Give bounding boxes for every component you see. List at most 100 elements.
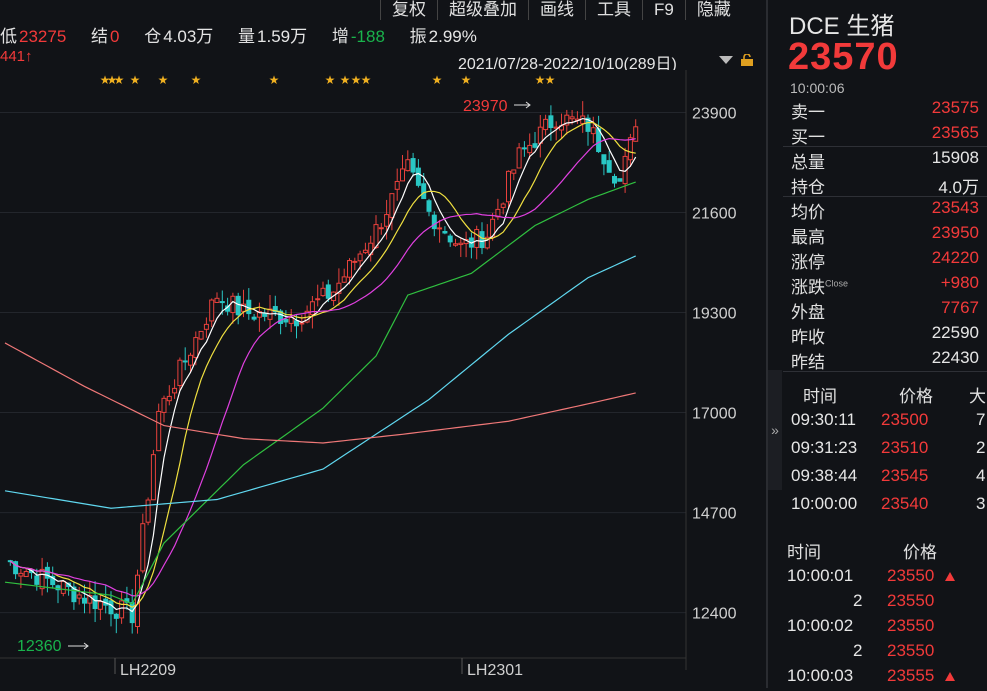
quote-label: 最高 <box>791 228 825 247</box>
candle-body <box>262 313 268 317</box>
candle-body <box>288 317 294 324</box>
candle-body <box>188 354 193 366</box>
y-tick-label: 12400 <box>692 606 737 623</box>
star-marker-icon: ★ <box>432 73 443 87</box>
high-annotation: 23970 <box>463 98 508 115</box>
candle-body <box>82 597 87 604</box>
candle-body <box>516 147 522 169</box>
quote-value: 23575 <box>931 98 979 117</box>
toolbar-hide-button[interactable]: 隐藏 <box>684 0 742 20</box>
candle-body <box>320 287 326 297</box>
candle-body <box>506 170 511 203</box>
candle-body <box>612 175 617 184</box>
trade-vol: 2 <box>976 438 986 457</box>
candle-body <box>166 395 172 402</box>
tick-time: 2 <box>853 641 863 660</box>
candle-body <box>431 214 437 230</box>
up-arrow-icon <box>945 572 955 581</box>
quote-value: 4.0万 <box>938 178 979 197</box>
toolbar-f9-button[interactable]: F9 <box>642 0 685 20</box>
candle-body <box>537 126 543 144</box>
toolbar-tools-button[interactable]: 工具 <box>585 0 642 20</box>
tick-row: 2 23550 <box>783 641 987 666</box>
settle-label: 结 <box>91 27 109 46</box>
candle-body <box>203 323 209 330</box>
toolbar-adjust-button[interactable]: 复权 <box>380 0 437 20</box>
candle-body <box>182 360 188 363</box>
trade-header: 时间 价格 大 <box>783 382 987 410</box>
stats-line: 低 23275 结0 仓 4.03万 量 1.59万 增 -188 振 2.99% <box>0 22 497 47</box>
trade-row: 09:31:23 23510 2 <box>783 438 987 466</box>
candle-body <box>357 253 363 262</box>
vol-value: 1.59万 <box>257 27 308 46</box>
candle-body <box>150 454 156 501</box>
candle-body <box>590 127 596 135</box>
candle-body <box>627 137 633 161</box>
tick-row: 10:00:02 23550 <box>783 616 987 641</box>
toolbar-draw-button[interactable]: 画线 <box>528 0 585 20</box>
quote-label: 昨收 <box>791 328 825 347</box>
lock-icon[interactable] <box>740 54 754 66</box>
collapse-panel-button[interactable]: » <box>768 370 782 490</box>
trade-header-time: 时间 <box>803 387 837 406</box>
quote-row: 持仓 4.0万 <box>783 173 983 198</box>
toolbar-overlay-button[interactable]: 超级叠加 <box>437 0 528 20</box>
candle-body <box>172 387 178 394</box>
amp-value: 2.99% <box>428 27 477 46</box>
candle-body <box>193 337 199 358</box>
star-marker-icon: ★ <box>361 73 372 87</box>
candle-body <box>156 410 162 452</box>
left-fragment: 441↑ <box>0 48 33 65</box>
quote-value: 23950 <box>931 223 979 242</box>
candle-body <box>405 159 411 172</box>
top-bar: 低 23275 结0 仓 4.03万 量 1.59万 增 -188 振 2.99% 复权 … <box>0 0 770 47</box>
quote-row: 均价 23543 <box>783 198 983 223</box>
kline-chart[interactable]: 23900 21600 19300 17000 14700 12400 LH2209 LH23… <box>0 70 766 688</box>
candle-body <box>92 595 98 610</box>
inc-label: 增 <box>331 27 349 46</box>
quote-label: 总量 <box>791 153 825 172</box>
candle-body <box>447 235 453 243</box>
chart-toolbar: 复权 超级叠加 画线 工具 F9 隐藏 <box>380 0 742 20</box>
candle-body <box>617 178 623 182</box>
divider-line <box>783 371 987 372</box>
tick-header: 时间 价格 <box>783 538 987 566</box>
candle-body <box>426 200 432 212</box>
trade-row: 09:30:11 23500 7 <box>783 410 987 438</box>
candle-body <box>39 568 45 590</box>
star-marker-icon: ★ <box>269 73 280 87</box>
candle-body <box>347 260 352 278</box>
quote-row: 买一 23565 <box>783 123 983 148</box>
settle-value: 0 <box>110 27 120 46</box>
trade-table: 时间 价格 大 09:30:11 23500 7 09:31:23 23510 2 09:38:4… <box>783 382 987 522</box>
trade-row: 09:38:44 23545 4 <box>783 466 987 494</box>
dropdown-arrow-icon[interactable] <box>719 56 733 64</box>
y-tick-label: 23900 <box>692 105 737 122</box>
candle-body <box>113 613 119 619</box>
candle-body <box>230 295 236 314</box>
quote-row: 最高 23950 <box>783 223 983 248</box>
low-annotation: 12360 <box>17 638 62 655</box>
tick-row: 10:00:01 23550 <box>783 566 987 591</box>
candle-body <box>389 193 395 218</box>
candle-body <box>315 298 321 301</box>
quote-row: 外盘 7767 <box>783 298 983 323</box>
chart-background <box>0 70 766 688</box>
candle-body <box>60 580 66 594</box>
amp-label: 振 <box>409 27 427 46</box>
candle-body <box>437 227 443 230</box>
tick-price: 23550 <box>887 566 935 585</box>
quote-label: 涨跌Close <box>791 278 849 297</box>
low-label: 低 <box>0 27 17 46</box>
candle-body <box>177 359 183 387</box>
tick-time: 2 <box>853 591 863 610</box>
candle-body <box>18 572 24 577</box>
star-marker-icon: ★ <box>114 73 125 87</box>
trade-vol: 7 <box>976 410 986 429</box>
double-chevron-right-icon: » <box>771 422 779 438</box>
candle-body <box>548 115 554 129</box>
quote-row: 卖一 23575 <box>783 98 983 123</box>
star-marker-icon: ★ <box>545 73 556 87</box>
trade-price: 23540 <box>881 494 929 513</box>
star-marker-icon: ★ <box>191 73 202 87</box>
